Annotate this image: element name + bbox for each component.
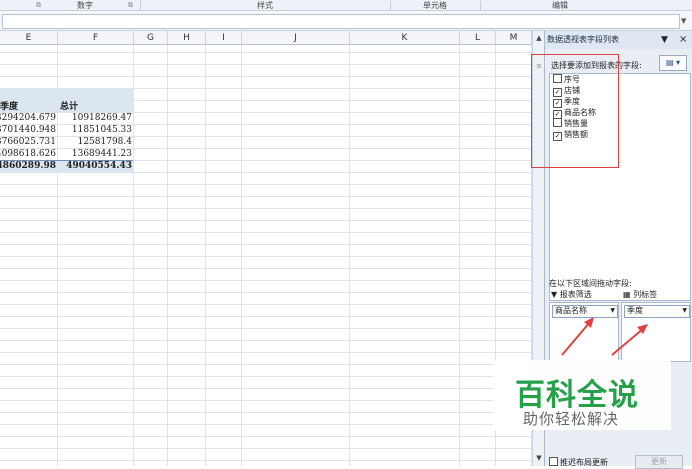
checkbox-icon xyxy=(549,457,558,466)
column-labels-header: ▦ 列标签 xyxy=(623,290,658,299)
column-header-g[interactable]: G xyxy=(134,31,168,45)
layout-options-button[interactable]: ▤ ▾ xyxy=(659,55,687,71)
filter-icon: ▼ xyxy=(551,290,558,299)
arrow-line xyxy=(611,327,645,356)
dialog-launcher-icon[interactable]: ⧉ xyxy=(128,1,133,10)
report-filter-header: ▼ 报表筛选 xyxy=(551,290,592,299)
arrow-line xyxy=(561,321,591,356)
column-header-e[interactable]: E xyxy=(0,31,58,45)
ribbon-group-cells: 单元格 xyxy=(423,1,447,10)
pivot-cell[interactable]: 4098618.626 xyxy=(0,148,56,160)
column-header-l[interactable]: L xyxy=(460,31,496,45)
watermark-subtitle: 助你轻松解决 xyxy=(523,410,620,428)
pivot-header-quarter[interactable]: 季度 xyxy=(0,100,56,112)
pivot-cell[interactable]: 3766025.731 xyxy=(0,136,56,148)
pane-menu-icon[interactable]: ▼ xyxy=(661,31,668,49)
dropdown-icon: ▼ xyxy=(682,307,687,314)
ribbon-group-number: 数字 xyxy=(77,1,93,10)
drag-fields-label: 在以下区域间拖动字段: xyxy=(549,279,632,288)
pivot-cell[interactable]: 13689441.23 xyxy=(72,148,132,160)
column-header-m[interactable]: M xyxy=(496,31,532,45)
column-header-j[interactable]: J xyxy=(242,31,350,45)
formula-input[interactable] xyxy=(2,14,680,29)
scroll-down-icon[interactable]: ▼ xyxy=(534,453,544,463)
defer-update-checkbox[interactable]: 推迟布局更新 xyxy=(549,457,608,468)
column-header-k[interactable]: K xyxy=(350,31,460,45)
pane-title: 数据透视表字段列表 xyxy=(545,31,692,49)
ribbon-group-bar: ⧉ 数字 ⧉ 样式 单元格 编辑 xyxy=(0,0,692,11)
pivot-cell[interactable]: 3701440.948 xyxy=(0,124,56,136)
pivot-cell[interactable]: 3294204.679 xyxy=(0,112,56,124)
ribbon-group-editing: 编辑 xyxy=(552,1,568,10)
formula-expand-icon[interactable]: ▼ xyxy=(681,17,686,25)
pivot-header-total[interactable]: 总计 xyxy=(60,100,130,112)
scroll-up-icon[interactable]: ▲ xyxy=(534,33,544,43)
dialog-launcher-icon[interactable]: ⧉ xyxy=(36,1,41,10)
pivot-total-cell[interactable]: 14860289.98 xyxy=(0,160,56,172)
annotation-rectangle xyxy=(531,54,619,168)
table-icon: ▦ xyxy=(623,290,631,299)
pivot-cell[interactable]: 12581798.4 xyxy=(78,136,132,148)
column-header-f[interactable]: F xyxy=(58,31,134,45)
update-button[interactable]: 更新 xyxy=(635,455,683,469)
close-icon[interactable]: × xyxy=(679,31,687,49)
formula-bar: ▼ xyxy=(0,11,692,31)
watermark: 百科全说 助你轻松解决 xyxy=(493,360,671,430)
pivot-cell[interactable]: 10918269.47 xyxy=(72,112,132,124)
pivot-total-cell[interactable]: 49040554.43 xyxy=(66,160,132,172)
column-header-h[interactable]: H xyxy=(168,31,206,45)
worksheet-grid[interactable]: 季度 总计 3294204.679 10918269.47 3701440.94… xyxy=(0,45,532,466)
ribbon-group-styles: 样式 xyxy=(257,1,273,10)
column-header-i[interactable]: I xyxy=(206,31,242,45)
pivot-cell[interactable]: 11851045.33 xyxy=(72,124,132,136)
